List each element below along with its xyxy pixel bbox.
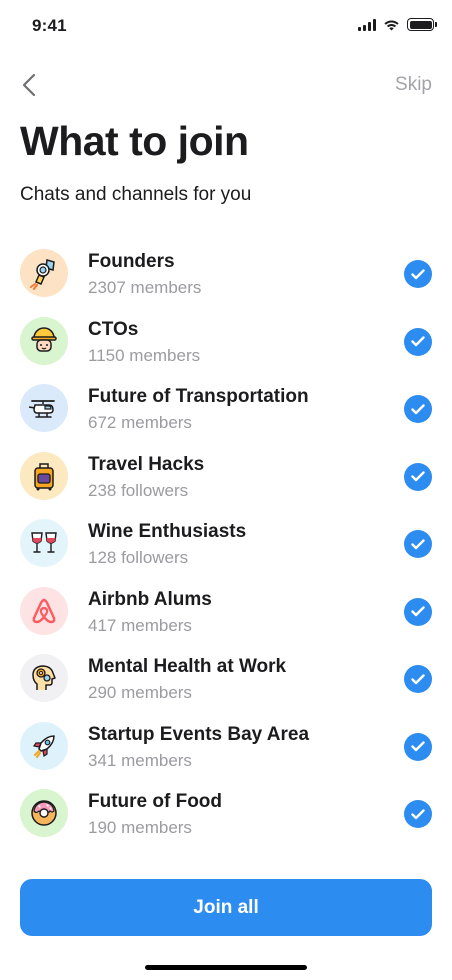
item-name: Founders xyxy=(88,251,175,272)
list-item[interactable]: Wine Enthusiasts 128 followers xyxy=(0,510,452,578)
item-name: Mental Health at Work xyxy=(88,656,287,677)
item-member-count: 1150 members xyxy=(88,345,201,365)
battery-icon xyxy=(407,18,437,31)
item-name: Wine Enthusiasts xyxy=(88,521,247,542)
donut-icon xyxy=(31,800,57,826)
avatar xyxy=(20,451,68,500)
avatar xyxy=(20,519,68,567)
item-member-count: 341 members xyxy=(88,750,192,770)
status-time: 9:41 xyxy=(32,16,67,35)
page-subtitle: Chats and channels for you xyxy=(20,184,252,205)
astronaut-icon xyxy=(30,259,55,290)
status-icons xyxy=(358,18,437,31)
cellular-signal-icon xyxy=(358,18,376,31)
suitcase-icon xyxy=(34,462,54,490)
checkmark-icon xyxy=(411,471,425,482)
checkmark-icon xyxy=(411,808,425,819)
item-name: Future of Transportation xyxy=(88,386,309,407)
list-item[interactable]: Future of Transportation 672 members xyxy=(0,375,452,443)
list-item[interactable]: Founders 2307 members xyxy=(0,240,452,308)
list-item[interactable]: CTOs 1150 members xyxy=(0,308,452,376)
list-item[interactable]: Startup Events Bay Area 341 members xyxy=(0,713,452,781)
item-member-count: 238 followers xyxy=(88,480,189,500)
item-name: Airbnb Alums xyxy=(88,588,212,610)
list-item[interactable]: Airbnb Alums 417 members xyxy=(0,578,452,646)
helicopter-icon xyxy=(28,400,55,418)
item-member-count: 128 followers xyxy=(88,548,189,567)
selected-check[interactable] xyxy=(404,800,432,828)
item-name: CTOs xyxy=(88,318,139,340)
item-name: Travel Hacks xyxy=(88,453,205,475)
selected-check[interactable] xyxy=(404,462,432,491)
item-member-count: 190 members xyxy=(88,818,192,837)
checkmark-icon xyxy=(411,606,425,617)
checkmark-icon xyxy=(411,403,425,414)
selected-check[interactable] xyxy=(404,597,432,626)
avatar xyxy=(20,654,68,702)
selected-check[interactable] xyxy=(404,665,432,693)
selected-check[interactable] xyxy=(404,395,432,423)
status-bar: 9:41 xyxy=(0,0,452,52)
selected-check[interactable] xyxy=(404,530,432,558)
avatar xyxy=(20,249,68,297)
item-member-count: 2307 members xyxy=(88,278,202,297)
item-name: Startup Events Bay Area xyxy=(88,723,310,745)
avatar xyxy=(20,316,68,365)
home-indicator xyxy=(145,965,307,970)
list-item[interactable]: Mental Health at Work 290 members xyxy=(0,645,452,713)
checkmark-icon xyxy=(411,741,425,752)
selected-check[interactable] xyxy=(404,732,432,761)
item-member-count: 290 members xyxy=(88,683,192,702)
item-name: Future of Food xyxy=(88,791,223,812)
list-item[interactable]: Future of Food 190 members xyxy=(0,780,452,848)
page-title: What to join xyxy=(20,118,249,164)
join-all-button[interactable]: Join all xyxy=(20,879,432,936)
head-gears-icon xyxy=(32,665,56,690)
item-member-count: 672 members xyxy=(88,413,192,432)
chevron-left-icon xyxy=(22,73,36,97)
checkmark-icon xyxy=(411,538,425,549)
list-item[interactable]: Travel Hacks 238 followers xyxy=(0,443,452,511)
nav-bar: Skip xyxy=(0,64,452,108)
checkmark-icon xyxy=(411,268,425,279)
skip-button[interactable]: Skip xyxy=(395,74,432,96)
airbnb-logo-icon xyxy=(32,598,56,623)
checkmark-icon xyxy=(411,336,425,347)
group-list: Founders 2307 members CTOs 1150 members xyxy=(0,240,452,848)
avatar xyxy=(20,789,68,837)
wine-glasses-icon xyxy=(31,532,57,553)
avatar xyxy=(20,586,68,635)
selected-check[interactable] xyxy=(404,260,432,288)
avatar xyxy=(20,721,68,770)
avatar xyxy=(20,384,68,432)
wifi-icon xyxy=(384,20,399,30)
rocket-icon xyxy=(33,734,55,758)
engineer-icon xyxy=(31,326,57,352)
back-button[interactable] xyxy=(14,70,44,100)
selected-check[interactable] xyxy=(404,327,432,356)
item-member-count: 417 members xyxy=(88,615,192,635)
checkmark-icon xyxy=(411,673,425,684)
